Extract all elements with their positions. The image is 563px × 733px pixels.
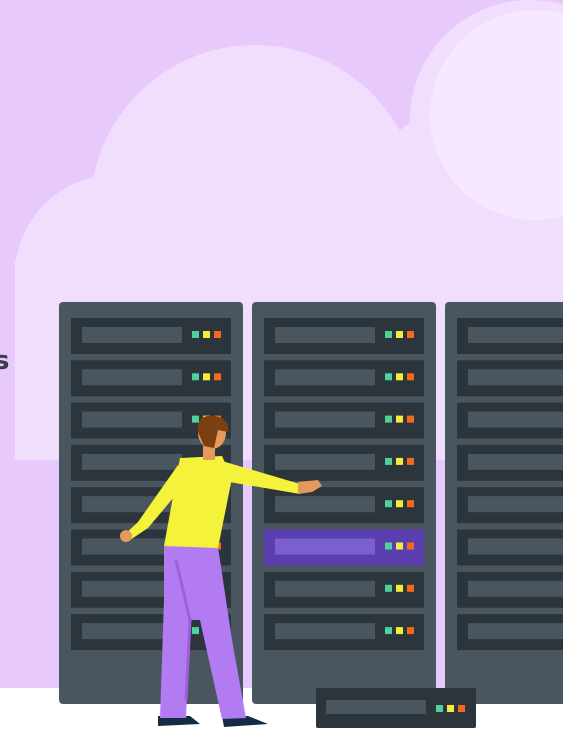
slot-panel bbox=[468, 369, 563, 386]
led-orange bbox=[214, 331, 221, 338]
led-green bbox=[192, 373, 199, 381]
led-orange bbox=[407, 415, 414, 423]
led-orange bbox=[407, 627, 414, 635]
led-green bbox=[385, 584, 392, 592]
led-yellow bbox=[203, 331, 210, 338]
slot-panel bbox=[275, 369, 375, 386]
illustration-scene: s bbox=[0, 0, 563, 733]
led-yellow bbox=[396, 584, 403, 592]
slot-panel bbox=[275, 623, 375, 640]
server-racks bbox=[59, 302, 563, 704]
slot-panel bbox=[468, 327, 563, 343]
led-yellow bbox=[396, 542, 403, 550]
slot-panel bbox=[82, 453, 182, 470]
led-green bbox=[385, 373, 392, 381]
slot-panel bbox=[468, 411, 563, 428]
led-orange bbox=[407, 457, 414, 465]
slot-panel bbox=[82, 411, 182, 428]
slot-panel bbox=[275, 411, 375, 428]
led-yellow bbox=[396, 331, 403, 338]
led-yellow bbox=[396, 373, 403, 381]
rack-middle bbox=[252, 302, 436, 704]
led-green bbox=[385, 457, 392, 465]
slot-panel bbox=[82, 327, 182, 343]
led-orange bbox=[407, 373, 414, 381]
slot-panel bbox=[468, 453, 563, 470]
rack-right bbox=[445, 302, 563, 704]
back-hand bbox=[120, 530, 132, 542]
slot-panel bbox=[468, 580, 563, 597]
slot-panel bbox=[275, 453, 375, 470]
led-yellow bbox=[396, 415, 403, 423]
slot-panel bbox=[275, 496, 375, 513]
led-orange bbox=[214, 373, 221, 381]
led-yellow bbox=[447, 705, 454, 712]
led-orange bbox=[407, 584, 414, 592]
led-yellow bbox=[396, 457, 403, 465]
slot-panel bbox=[82, 369, 182, 386]
led-orange bbox=[407, 331, 414, 338]
slot-panel bbox=[468, 496, 563, 513]
slot-panel bbox=[468, 538, 563, 555]
led-yellow bbox=[396, 500, 403, 508]
cropped-text-fragment: s bbox=[0, 346, 10, 376]
slot-panel bbox=[275, 580, 375, 597]
led-green bbox=[385, 542, 392, 550]
led-green bbox=[436, 705, 443, 712]
floor-server-unit bbox=[316, 688, 476, 728]
led-green bbox=[192, 627, 199, 635]
led-green bbox=[385, 627, 392, 635]
server-room-illustration bbox=[0, 0, 563, 733]
led-orange bbox=[458, 705, 465, 712]
led-green bbox=[192, 331, 199, 338]
led-green bbox=[385, 415, 392, 423]
slot-panel bbox=[275, 538, 375, 555]
led-green bbox=[385, 500, 392, 508]
slot-panel bbox=[275, 327, 375, 343]
led-orange bbox=[407, 500, 414, 508]
led-yellow bbox=[396, 627, 403, 635]
slot-panel bbox=[468, 623, 563, 640]
led-green bbox=[192, 415, 199, 423]
led-orange bbox=[407, 542, 414, 550]
led-green bbox=[385, 331, 392, 338]
led-yellow bbox=[203, 373, 210, 381]
